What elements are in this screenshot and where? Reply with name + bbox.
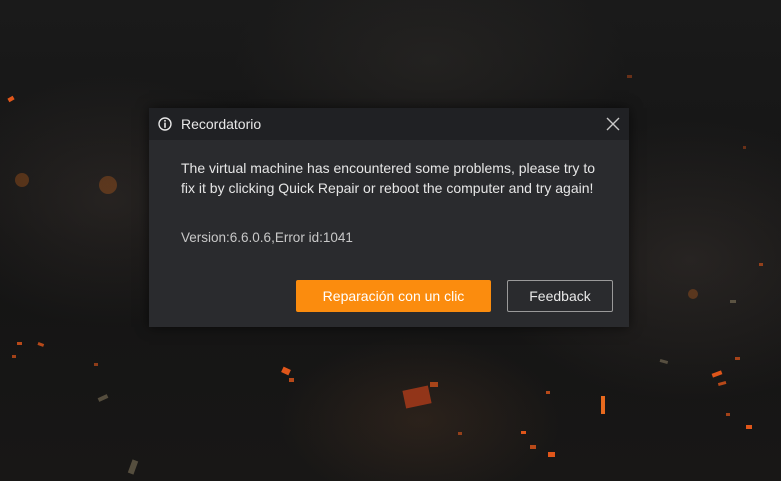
reminder-dialog: Recordatorio The virtual machine has enc… bbox=[149, 108, 629, 327]
info-icon bbox=[158, 117, 172, 131]
dialog-title: Recordatorio bbox=[181, 116, 262, 132]
dialog-titlebar: Recordatorio bbox=[149, 108, 629, 140]
version-error-info: Version:6.6.0.6,Error id:1041 bbox=[181, 230, 353, 245]
close-icon[interactable] bbox=[605, 116, 621, 132]
error-message: The virtual machine has encountered some… bbox=[181, 160, 595, 196]
feedback-button[interactable]: Feedback bbox=[507, 280, 613, 312]
quick-repair-button[interactable]: Reparación con un clic bbox=[296, 280, 491, 312]
